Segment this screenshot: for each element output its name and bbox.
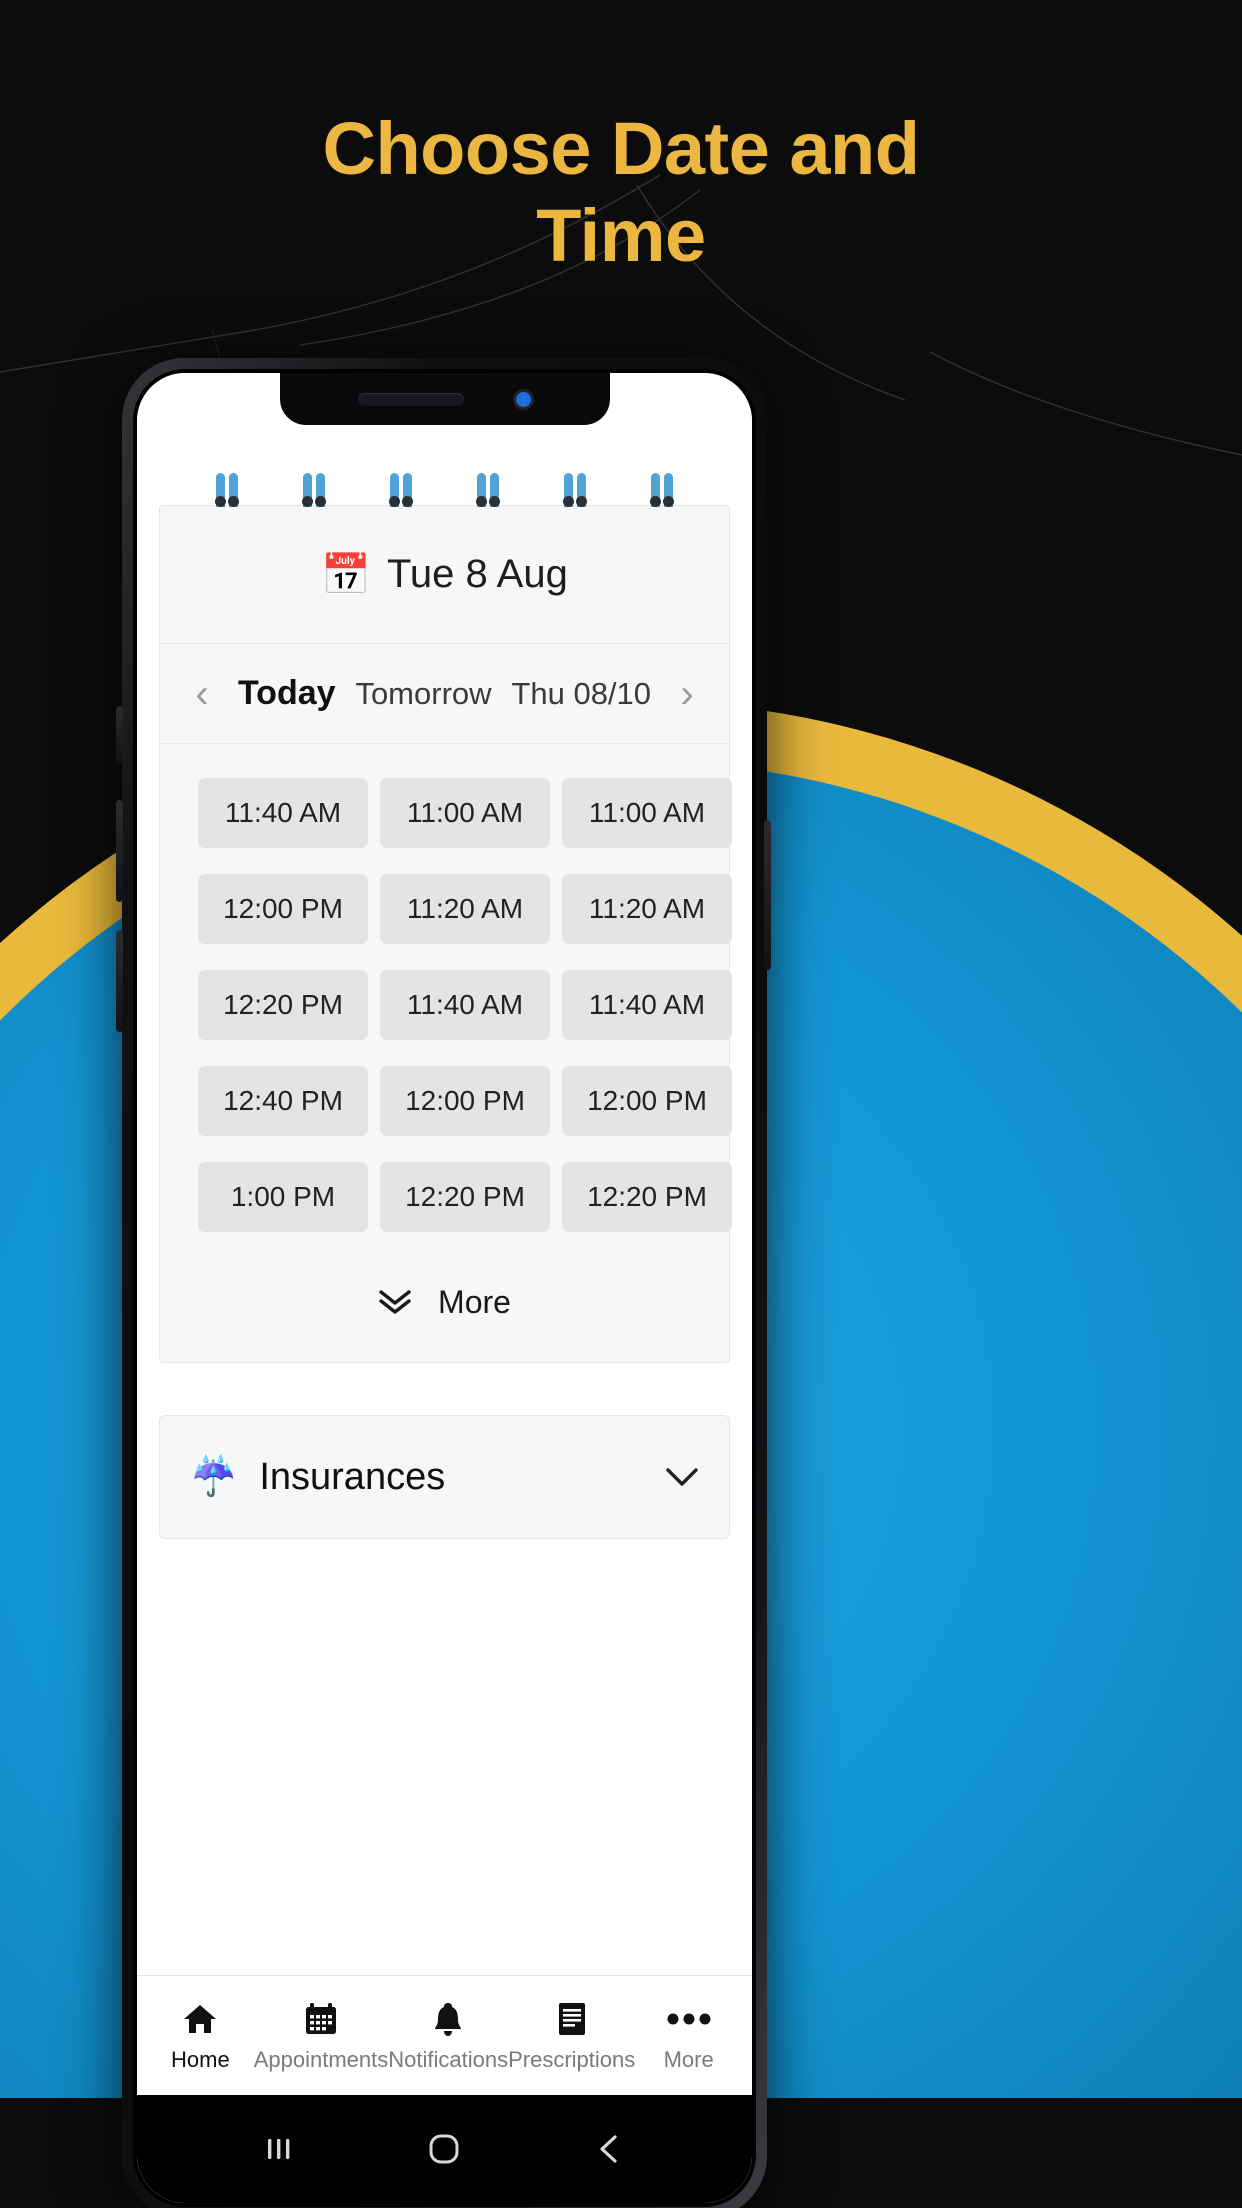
phone-volume-up-button: [116, 800, 123, 902]
time-slot[interactable]: 12:20 PM: [198, 970, 368, 1040]
page-title-line-2: Time: [536, 194, 706, 278]
home-icon: [182, 1999, 218, 2039]
home-circle-icon[interactable]: [426, 2131, 462, 2167]
umbrella-icon: ☔: [190, 1456, 238, 1498]
phone-volume-down-button: [116, 930, 123, 1032]
bell-icon: [432, 1999, 464, 2039]
binder-ring: [474, 471, 502, 507]
time-slot[interactable]: 11:00 AM: [380, 778, 550, 848]
date-tab-tomorrow[interactable]: Tomorrow: [355, 676, 491, 712]
calendar-icon: 📅: [321, 552, 371, 597]
calendar-date-header[interactable]: 📅 Tue 8 Aug: [160, 506, 729, 644]
calendar-card: 📅 Tue 8 Aug ‹ Today Tomorrow Thu 08/10 ›…: [159, 505, 732, 1363]
chevron-down-icon[interactable]: [665, 1466, 699, 1488]
earpiece-speaker: [358, 392, 464, 406]
nav-item-more[interactable]: More: [635, 1999, 742, 2073]
time-slot[interactable]: 12:20 PM: [380, 1162, 550, 1232]
time-slot[interactable]: 11:20 AM: [380, 874, 550, 944]
recents-icon[interactable]: [262, 2132, 296, 2166]
time-slot[interactable]: 12:00 PM: [380, 1066, 550, 1136]
page-title: Choose Date and Time: [0, 105, 1242, 280]
app-content: 📅 Tue 8 Aug ‹ Today Tomorrow Thu 08/10 ›…: [137, 373, 752, 2203]
date-tabs: Today Tomorrow Thu 08/10: [228, 674, 661, 713]
time-slot[interactable]: 11:00 AM: [562, 778, 732, 848]
back-icon[interactable]: [593, 2132, 627, 2166]
nav-label-notifications: Notifications: [388, 2046, 509, 2072]
date-tab-row: ‹ Today Tomorrow Thu 08/10 ›: [160, 644, 729, 744]
binder-ring: [213, 471, 241, 507]
nav-label-prescriptions: Prescriptions: [508, 2046, 636, 2072]
calendar-icon: [304, 1999, 338, 2039]
phone-mockup: 📅 Tue 8 Aug ‹ Today Tomorrow Thu 08/10 ›…: [122, 358, 767, 2208]
insurances-label: Insurances: [259, 1455, 446, 1498]
time-slot[interactable]: 11:20 AM: [562, 874, 732, 944]
insurances-section[interactable]: ☔ Insurances: [159, 1415, 730, 1539]
time-slot-grid: 11:40 AM 11:00 AM 11:00 AM 12:00 PM 11:2…: [160, 744, 732, 1242]
show-more-label: More: [438, 1283, 511, 1320]
calendar-date-label: Tue 8 Aug: [386, 552, 568, 596]
front-camera-icon: [516, 391, 531, 407]
date-tab-thursday[interactable]: Thu 08/10: [511, 676, 651, 712]
time-slot[interactable]: 1:00 PM: [198, 1162, 368, 1232]
time-slot[interactable]: 11:40 AM: [198, 778, 368, 848]
android-system-navigation-bar: [137, 2095, 752, 2203]
nav-item-home[interactable]: Home: [147, 1999, 254, 2073]
nav-label-home: Home: [171, 2046, 230, 2072]
binder-ring: [561, 471, 589, 507]
time-slot[interactable]: 12:40 PM: [198, 1066, 368, 1136]
phone-mute-switch: [116, 706, 123, 764]
nav-label-more: More: [663, 2046, 714, 2072]
nav-item-appointments[interactable]: Appointments: [253, 1999, 389, 2073]
double-chevron-down-icon: [379, 1290, 411, 1314]
ellipsis-icon: [667, 1999, 711, 2039]
time-slot[interactable]: 12:20 PM: [562, 1162, 732, 1232]
time-slot[interactable]: 12:00 PM: [198, 874, 368, 944]
nav-item-prescriptions[interactable]: Prescriptions: [508, 1999, 635, 2073]
show-more-slots-button[interactable]: More: [160, 1242, 729, 1362]
time-slot[interactable]: 12:00 PM: [562, 1066, 732, 1136]
binder-ring: [387, 471, 415, 507]
phone-power-button: [764, 820, 771, 970]
binder-ring: [300, 471, 328, 507]
binder-ring: [648, 471, 676, 507]
page-title-line-1: Choose Date and: [322, 107, 920, 190]
date-tab-today[interactable]: Today: [238, 674, 336, 713]
chevron-left-icon[interactable]: ‹: [176, 674, 228, 714]
screenshot-root: Choose Date and Time 📅 Tue 8 Aug ‹ Today…: [0, 0, 1242, 2208]
time-slot[interactable]: 11:40 AM: [380, 970, 550, 1040]
nav-item-notifications[interactable]: Notifications: [388, 1999, 508, 2073]
calendar-binder-rings: [159, 467, 730, 507]
phone-notch: [279, 373, 610, 425]
bottom-navigation-bar: Home Appointments Notifications Prescrip…: [137, 1975, 752, 2095]
time-slot[interactable]: 11:40 AM: [562, 970, 732, 1040]
scroll-area[interactable]: 📅 Tue 8 Aug ‹ Today Tomorrow Thu 08/10 ›…: [137, 431, 752, 1975]
phone-screen: 📅 Tue 8 Aug ‹ Today Tomorrow Thu 08/10 ›…: [137, 373, 752, 2203]
chevron-right-icon[interactable]: ›: [661, 674, 713, 714]
phone-bezel: 📅 Tue 8 Aug ‹ Today Tomorrow Thu 08/10 ›…: [133, 369, 756, 2207]
clipboard-icon: [557, 1999, 587, 2039]
nav-label-appointments: Appointments: [253, 2046, 389, 2072]
